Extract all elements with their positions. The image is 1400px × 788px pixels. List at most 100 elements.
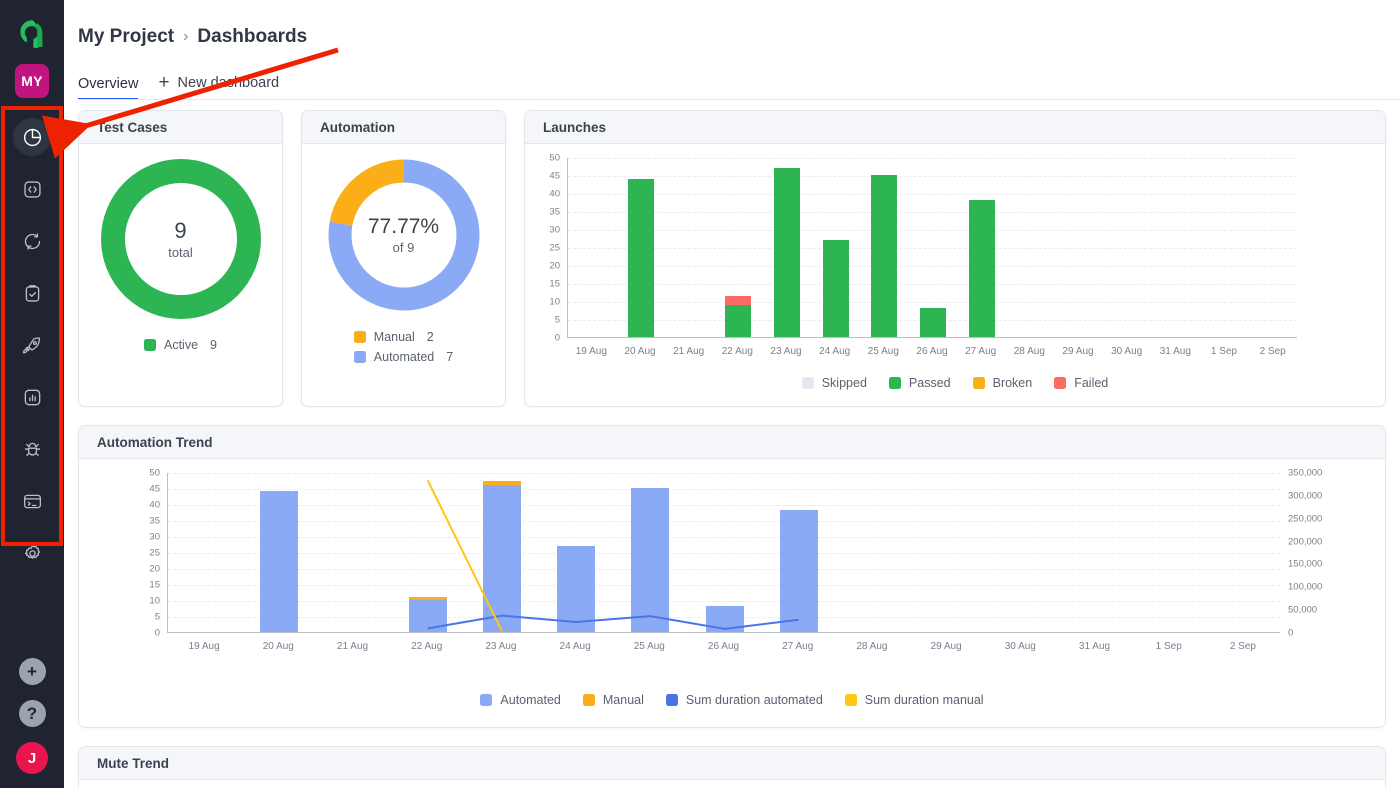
bar[interactable] xyxy=(871,157,898,337)
automation-trend-legend: Automated Manual Sum duration automated … xyxy=(79,693,1385,707)
dashboard-row-1: Test Cases 9 total Active 9 Automation 7… xyxy=(78,110,1386,407)
bar-segment xyxy=(822,239,849,337)
dashboard-row-2: Automation Trend 0 5 10 15 20 25 30 35 40 45 50 0 50… xyxy=(78,425,1386,728)
automation-donut-chart: 77.77% of 9 Manual 2 Automated 7 xyxy=(310,154,497,364)
x-tick-label: 31 Aug xyxy=(1078,641,1111,652)
x-tick-label: 23 Aug xyxy=(485,641,517,652)
legend-swatch-active xyxy=(144,339,156,351)
x-tick-label: 24 Aug xyxy=(559,641,591,652)
bar-chart-icon xyxy=(22,387,43,408)
bar-segment xyxy=(774,167,800,337)
help-button[interactable]: ? xyxy=(18,700,46,727)
sidebar-item-test-runs[interactable] xyxy=(13,222,51,260)
legend-item[interactable]: Failed xyxy=(1054,376,1108,390)
launches-legend: Skipped Passed Broken Failed xyxy=(525,376,1385,390)
y-tick-label: 10 xyxy=(549,296,560,308)
sidebar-item-settings[interactable] xyxy=(13,534,51,572)
bar-segment xyxy=(628,178,654,337)
legend-item[interactable]: Sum duration automated xyxy=(665,693,823,707)
bar[interactable] xyxy=(774,157,800,337)
tab-new-dashboard[interactable]: + New dashboard xyxy=(158,73,279,100)
allure-logo-icon[interactable] xyxy=(13,14,51,52)
legend-swatch xyxy=(582,694,595,706)
sidebar-item-dashboards[interactable] xyxy=(13,118,51,156)
bar[interactable] xyxy=(725,157,752,337)
x-tick-label: 2 Sep xyxy=(1259,346,1286,357)
donut-center: 77.77% of 9 xyxy=(323,154,485,316)
y-tick-label: 50 xyxy=(549,152,560,164)
breadcrumb-project[interactable]: My Project xyxy=(78,26,174,48)
x-tick-label: 23 Aug xyxy=(770,346,802,357)
bar-segment xyxy=(871,175,898,337)
legend-label: Manual xyxy=(602,693,644,707)
legend-swatch xyxy=(801,377,814,389)
panel-title-automation: Automation xyxy=(302,111,505,144)
y-tick-label: 20 xyxy=(149,563,160,575)
bar-segment xyxy=(725,304,752,337)
panel-title-automation-trend: Automation Trend xyxy=(79,426,1385,459)
y-tick-label: 5 xyxy=(154,611,160,623)
project-badge[interactable]: MY xyxy=(15,64,49,98)
sidebar-item-analytics[interactable] xyxy=(13,378,51,416)
x-tick-label: 25 Aug xyxy=(633,641,665,652)
legend-item[interactable]: Passed xyxy=(888,376,951,390)
panel-title-mute-trend: Mute Trend xyxy=(79,747,1385,780)
automation-trend-chart: 0 5 10 15 20 25 30 35 40 45 50 0 50,000 100,000 150,00… xyxy=(79,459,1385,669)
test-cases-donut-chart: 9 total Active 9 xyxy=(87,154,274,352)
y-tick-label: 0 xyxy=(554,332,560,344)
y-tick-label-right: 300,000 xyxy=(1288,490,1323,502)
sidebar-bottom: + ? J xyxy=(0,658,64,774)
legend-item[interactable]: Active 9 xyxy=(144,338,217,352)
x-tick-label: 1 Sep xyxy=(1155,641,1182,652)
plot-area xyxy=(167,473,1280,633)
code-brackets-icon xyxy=(22,179,43,200)
legend-swatch xyxy=(480,694,493,706)
legend-value: 2 xyxy=(426,330,434,344)
legend-item[interactable]: Automated 7 xyxy=(353,350,454,364)
legend-label: Failed xyxy=(1074,376,1109,390)
panel-automation-trend: Automation Trend 0 5 10 15 20 25 30 35 40 45 50 0 50… xyxy=(78,425,1386,728)
y-tick-label-right: 0 xyxy=(1288,627,1294,639)
bar[interactable] xyxy=(628,157,654,337)
legend-value: 7 xyxy=(446,350,454,364)
test-cases-legend: Active 9 xyxy=(144,338,217,352)
legend-swatch-manual xyxy=(353,331,366,343)
y-tick-label: 30 xyxy=(149,531,160,543)
x-tick-label: 29 Aug xyxy=(930,641,962,652)
legend-item[interactable]: Sum duration manual xyxy=(844,693,984,707)
sidebar-item-console[interactable] xyxy=(13,482,51,520)
x-tick-label: 20 Aug xyxy=(624,346,656,357)
sidebar-item-test-cases[interactable] xyxy=(13,170,51,208)
legend-item[interactable]: Manual 2 xyxy=(353,330,453,344)
line-overlay xyxy=(426,479,799,632)
bar-segment xyxy=(968,200,995,337)
x-tick-label: 28 Aug xyxy=(1013,346,1045,357)
avatar[interactable]: J xyxy=(16,742,48,774)
terminal-icon xyxy=(22,491,43,512)
bar[interactable] xyxy=(968,157,995,337)
legend-item[interactable]: Broken xyxy=(972,376,1032,390)
legend-item[interactable]: Manual xyxy=(582,693,644,707)
legend-swatch xyxy=(888,377,901,389)
bar[interactable] xyxy=(920,157,946,337)
y-tick-label: 45 xyxy=(549,170,560,182)
line-series xyxy=(427,614,799,630)
y-tick-label-right: 100,000 xyxy=(1288,581,1323,593)
sidebar-item-test-plans[interactable] xyxy=(13,274,51,312)
sidebar-item-defects[interactable] xyxy=(13,430,51,468)
sidebar-item-launches[interactable] xyxy=(13,326,51,364)
legend-value: 9 xyxy=(210,338,217,352)
legend-swatch xyxy=(972,377,985,389)
legend-item[interactable]: Skipped xyxy=(801,376,867,390)
legend-label: Automated xyxy=(373,350,435,364)
legend-label: Sum duration automated xyxy=(685,693,823,707)
legend-item[interactable]: Automated xyxy=(480,693,561,707)
chevron-right-icon: › xyxy=(183,28,189,45)
y-tick-label: 35 xyxy=(149,515,160,527)
bar[interactable] xyxy=(822,157,849,337)
panel-automation: Automation 77.77% of 9 Manual 2 Automate… xyxy=(301,110,506,407)
add-button[interactable]: + xyxy=(18,658,46,685)
tab-overview[interactable]: Overview xyxy=(78,76,139,100)
donut-center-label: total xyxy=(168,245,193,260)
legend-swatch xyxy=(1054,377,1067,389)
